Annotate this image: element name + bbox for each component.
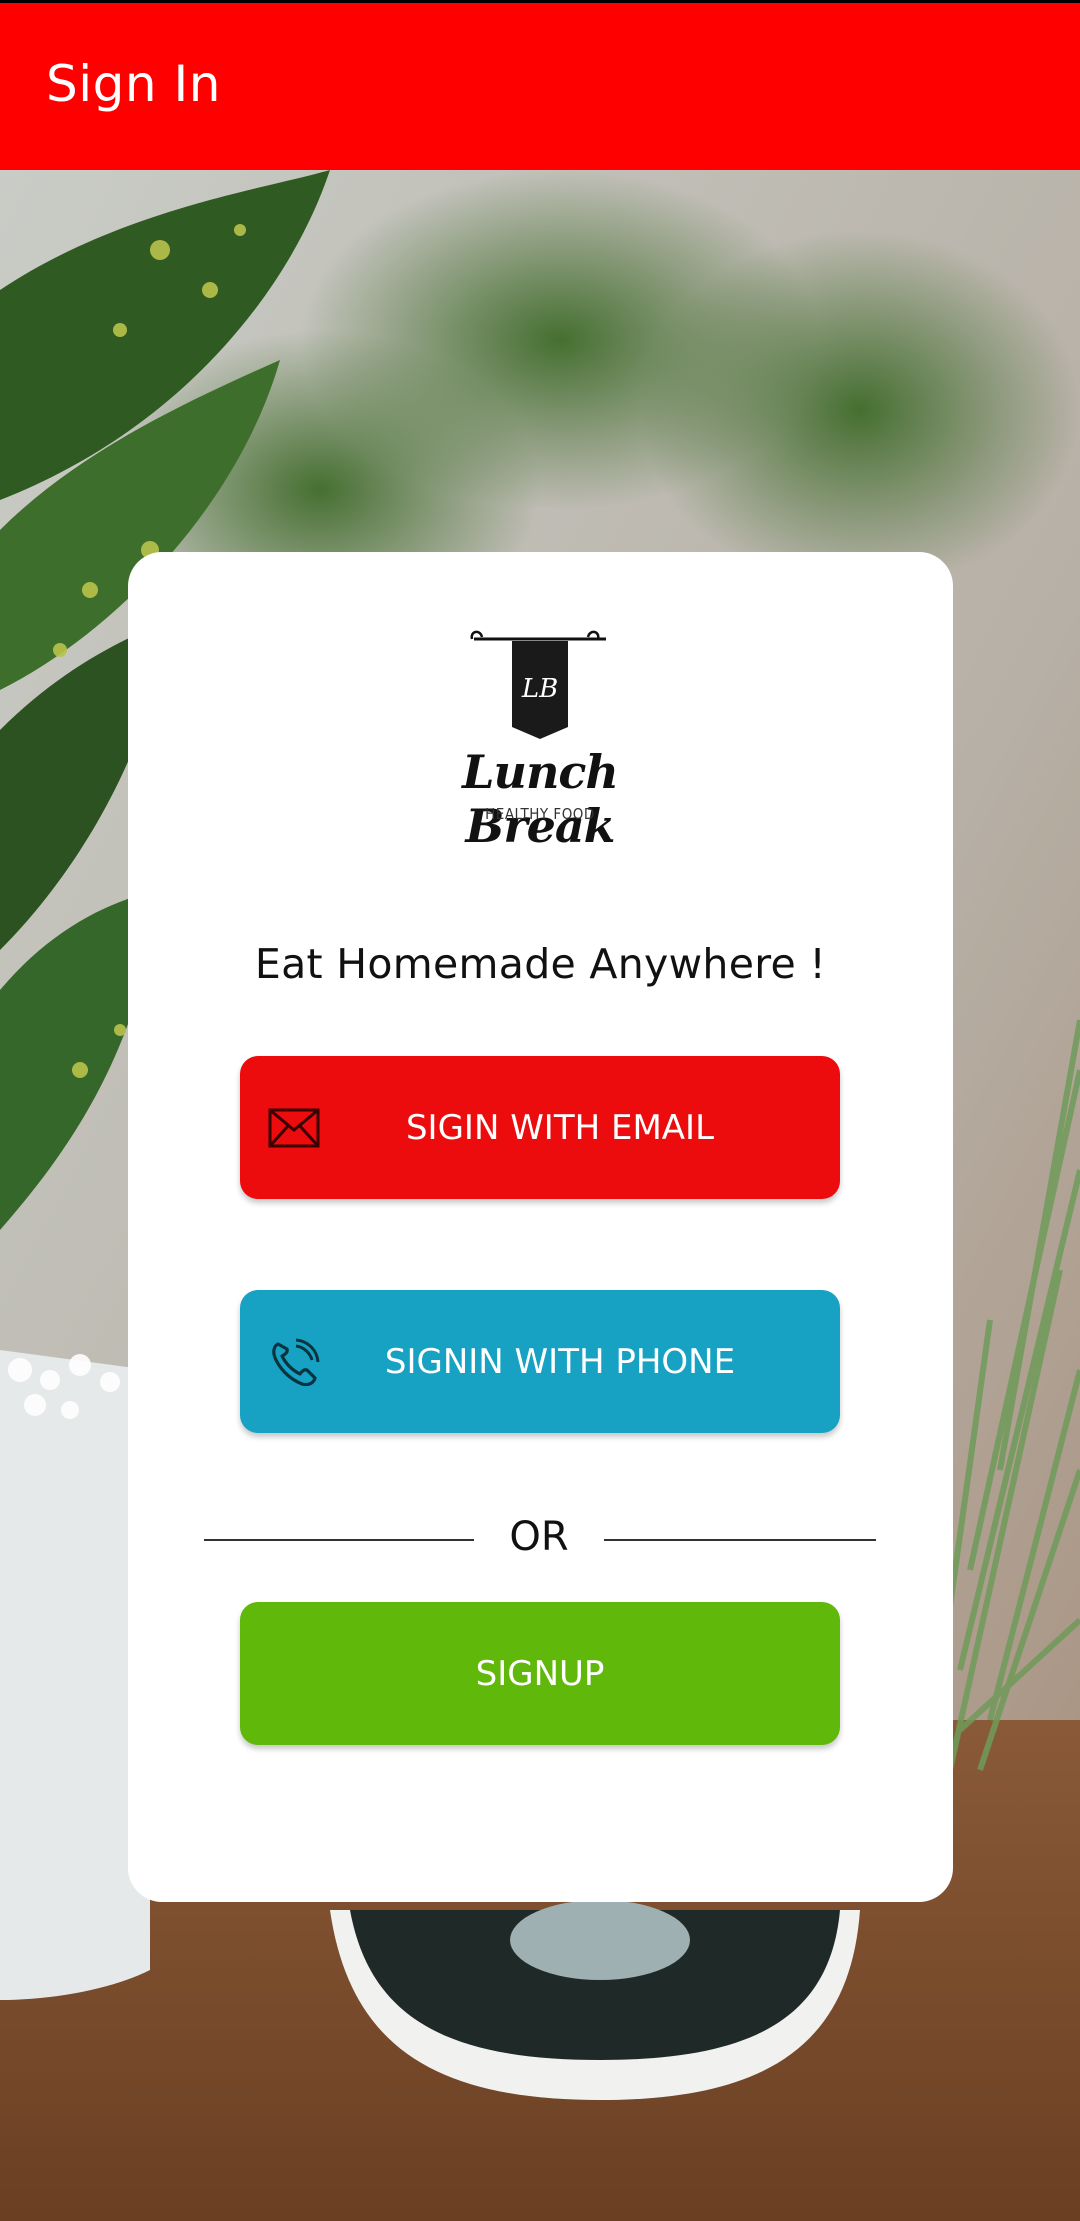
phone-button-label: SIGNIN WITH PHONE xyxy=(384,1341,736,1382)
logo-wordmark: Lunch Break xyxy=(462,745,619,853)
divider-text: OR xyxy=(509,1514,569,1560)
divider-line-right xyxy=(604,1539,876,1541)
page-title: Sign In xyxy=(46,55,221,113)
or-divider: OR xyxy=(204,1514,876,1566)
tagline: Eat Homemade Anywhere ! xyxy=(254,940,827,988)
app-bar: Sign In xyxy=(0,0,1080,170)
signup-button-label: SIGNUP xyxy=(475,1653,605,1694)
banner-icon: LB xyxy=(470,630,606,739)
email-button-label: SIGIN WITH EMAIL xyxy=(405,1107,715,1148)
sign-in-card: LB Lunch Break HEALTHY FOOD Eat Homemade… xyxy=(128,552,953,1902)
sign-in-email-button[interactable]: SIGIN WITH EMAIL xyxy=(240,1056,840,1199)
logo-monogram: LB xyxy=(521,674,558,704)
divider-line-left xyxy=(204,1539,474,1541)
logo-subtitle: HEALTHY FOOD xyxy=(485,805,595,823)
sign-in-phone-button[interactable]: SIGNIN WITH PHONE xyxy=(240,1290,840,1433)
signup-button[interactable]: SIGNUP xyxy=(240,1602,840,1745)
phone-icon xyxy=(272,1338,320,1386)
envelope-icon xyxy=(268,1108,320,1148)
lunch-break-logo: LB Lunch Break HEALTHY FOOD xyxy=(390,627,690,853)
